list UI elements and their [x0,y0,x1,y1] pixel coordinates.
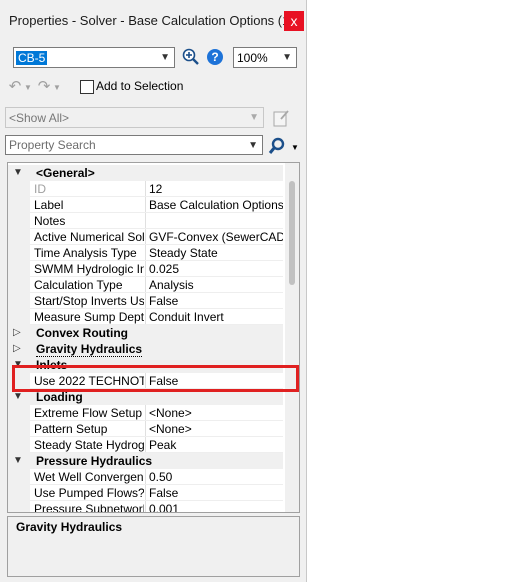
properties-panel: Properties - Solver - Base Calculation O… [0,0,307,582]
search-icon[interactable] [268,137,286,155]
highlight-annotation [12,365,299,392]
category-row[interactable]: ▷ Convex Routing [8,325,283,341]
property-value[interactable]: <None> [149,422,283,436]
redo-icon[interactable]: ↷ [37,78,51,95]
add-to-selection-checkbox[interactable] [80,80,94,94]
chevron-down-icon[interactable]: ▼ [13,455,23,466]
undo-icon[interactable]: ↶ [8,78,22,95]
title-bar: Properties - Solver - Base Calculation O… [0,0,306,40]
property-name: ID [34,182,46,196]
chevron-down-icon: ▼ [282,52,292,63]
property-name: Calculation Type [34,278,123,292]
zoom-to-icon[interactable] [182,48,200,66]
property-name: Pressure Subnetwork [34,502,144,513]
chevron-down-icon: ▼ [248,140,258,151]
category-label: Convex Routing [36,326,128,340]
property-row[interactable]: Wet Well Convergence 0.50 [8,469,283,485]
property-value[interactable]: Base Calculation Options [149,198,283,212]
description-title: Gravity Hydraulics [16,520,123,534]
property-value[interactable]: 0.025 [149,262,283,276]
category-label: Loading [36,390,83,404]
property-row[interactable]: Time Analysis Type Steady State [8,245,283,261]
chevron-down-icon[interactable]: ▼ [13,167,23,178]
property-row[interactable]: Extreme Flow Setup <None> [8,405,283,421]
property-row[interactable]: Active Numerical Solv GVF-Convex (SewerC… [8,229,283,245]
window-title: Properties - Solver - Base Calculation O… [9,13,301,28]
property-value[interactable]: 12 [149,182,283,196]
dropdown-arrow-icon[interactable]: ▼ [53,82,61,92]
property-row[interactable]: SWMM Hydrologic Inc 0.025 [8,261,283,277]
property-name: Extreme Flow Setup [34,406,143,420]
chevron-down-icon[interactable]: ▼ [13,391,23,402]
property-name: Measure Sump Depth ` [34,310,144,324]
help-icon[interactable]: ? [207,49,223,65]
property-name: Time Analysis Type [34,246,137,260]
property-row[interactable]: Pattern Setup <None> [8,421,283,437]
edit-note-icon[interactable] [272,108,290,128]
property-value[interactable]: GVF-Convex (SewerCAD) [149,230,283,244]
category-row[interactable]: ▼ <General> [8,165,283,181]
property-value[interactable]: Peak [149,438,283,452]
category-row[interactable]: ▷ Gravity Hydraulics [8,341,283,357]
property-value[interactable]: 0.001 [149,502,283,512]
property-row[interactable]: Use Pumped Flows? False [8,485,283,501]
chevron-down-icon: ▼ [160,52,170,63]
zoom-select[interactable]: 100% ▼ [233,47,297,68]
property-row[interactable]: Pressure Subnetwork 0.001 [8,501,283,513]
element-select[interactable]: CB-5 ▼ [13,47,175,68]
chevron-right-icon[interactable]: ▷ [13,343,21,354]
chevron-right-icon[interactable]: ▷ [13,327,21,338]
show-filter-value: <Show All> [9,111,70,125]
category-label: Gravity Hydraulics [36,342,143,357]
category-label: Pressure Hydraulics [36,454,153,468]
property-search-placeholder: Property Search [9,138,96,152]
search-options-arrow-icon[interactable]: ▼ [291,143,299,152]
element-select-value: CB-5 [16,51,48,65]
description-pane: Gravity Hydraulics [7,516,300,577]
property-value[interactable]: 0.50 [149,470,283,484]
property-name: Use Pumped Flows? [34,486,144,500]
property-row[interactable]: ID 12 [8,181,283,197]
property-search-input[interactable]: Property Search ▼ [5,135,263,155]
property-value[interactable]: False [149,294,283,308]
property-name: Notes [34,214,66,228]
property-grid: ▼ <General> ID 12 Label Base Calculation… [7,162,300,513]
property-row[interactable]: Notes [8,213,283,229]
property-value[interactable]: Steady State [149,246,283,260]
property-value[interactable]: <None> [149,406,283,420]
property-name: Pattern Setup [34,422,108,436]
property-name: Active Numerical Solv [34,230,144,244]
scrollbar-thumb[interactable] [289,181,295,285]
property-name: Label [34,198,64,212]
property-row[interactable]: Start/Stop Inverts Use False [8,293,283,309]
property-row[interactable]: Measure Sump Depth ` Conduit Invert [8,309,283,325]
property-name: Start/Stop Inverts Use [34,294,144,308]
property-row[interactable]: Steady State Hydrogra Peak [8,437,283,453]
close-button[interactable]: x [284,11,304,31]
category-label: <General> [36,166,95,180]
chevron-down-icon: ▼ [249,112,259,123]
category-row[interactable]: ▼ Pressure Hydraulics [8,453,283,469]
property-name: Steady State Hydrogra [34,438,144,452]
property-value[interactable]: False [149,486,283,500]
property-row[interactable]: Label Base Calculation Options [8,197,283,213]
dropdown-arrow-icon[interactable]: ▼ [24,82,32,92]
property-value[interactable]: Conduit Invert [149,310,283,324]
property-row[interactable]: Calculation Type Analysis [8,277,283,293]
add-to-selection-label: Add to Selection [96,79,184,93]
show-filter-select[interactable]: <Show All> ▼ [5,107,264,128]
zoom-value: 100% [237,51,268,65]
property-value[interactable]: Analysis [149,278,283,292]
property-name: SWMM Hydrologic Inc [34,262,144,276]
property-name: Wet Well Convergence [34,470,144,484]
vertical-scrollbar[interactable] [285,163,299,512]
close-icon: x [290,13,298,29]
